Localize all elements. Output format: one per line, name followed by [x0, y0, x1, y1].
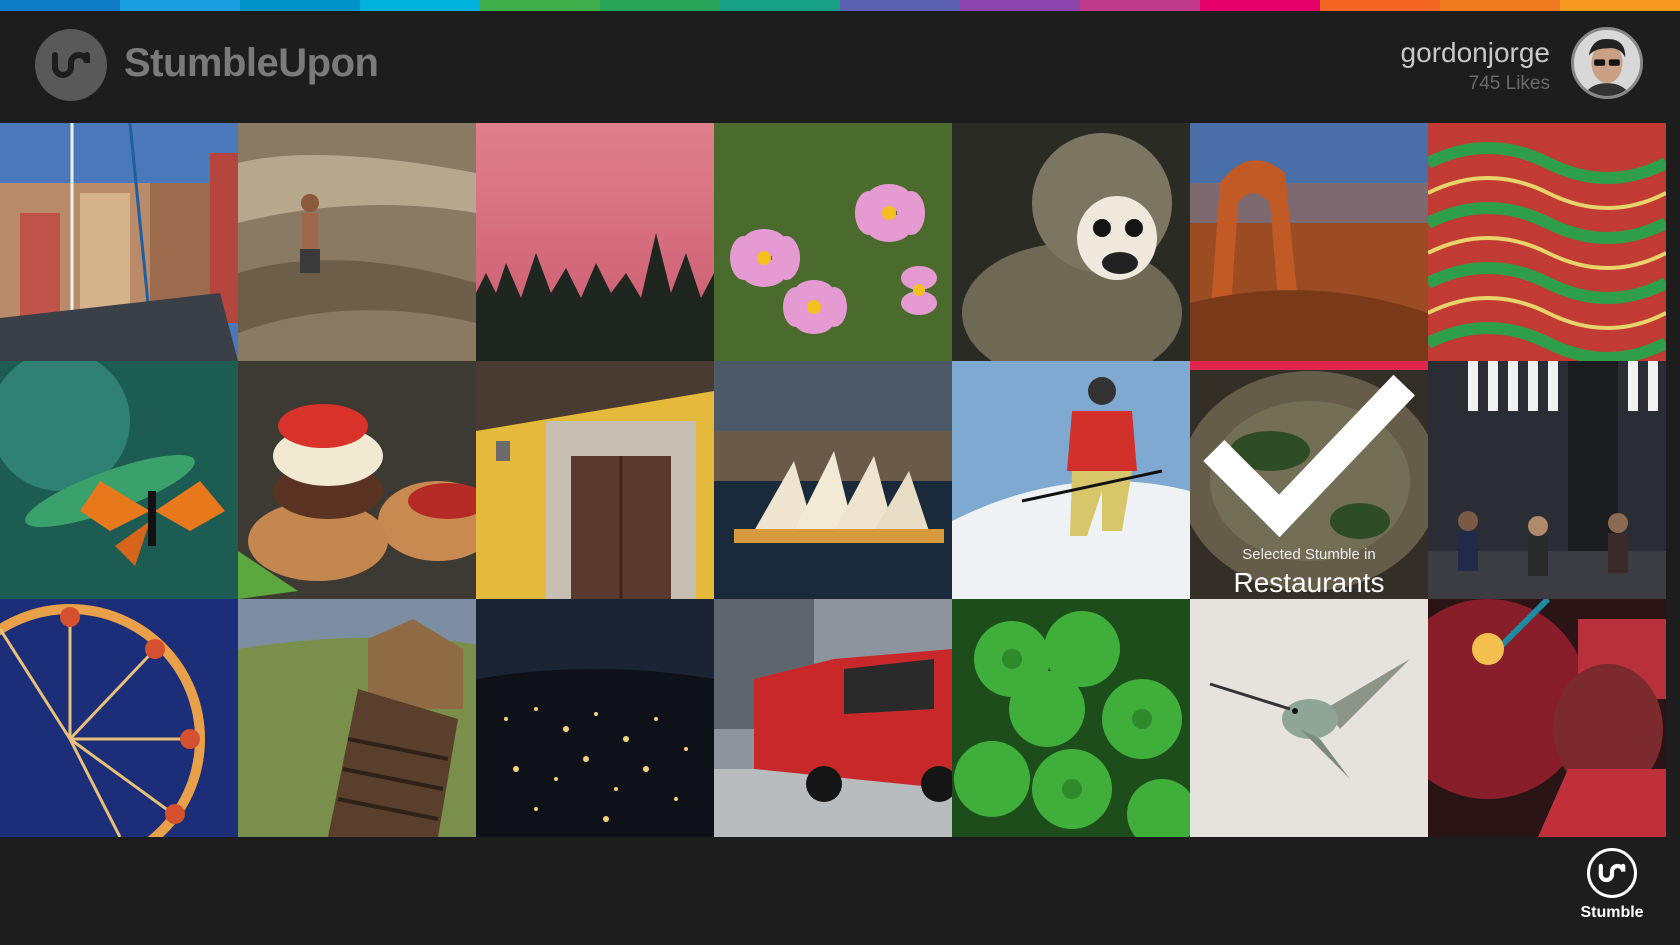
- tile-sydney-opera-house[interactable]: [714, 361, 952, 599]
- tile-skier[interactable]: [952, 361, 1190, 599]
- tile-red-light-portrait[interactable]: [1428, 599, 1666, 837]
- tile-pink-sky-forest[interactable]: [476, 123, 714, 361]
- username: gordonjorge: [1400, 37, 1550, 68]
- tile-outdoor-cafe[interactable]: [1428, 361, 1666, 599]
- checkmark-icon: [1203, 374, 1415, 538]
- stripe-segment: [840, 0, 960, 11]
- stripe-segment: [1200, 0, 1320, 11]
- tile-city-night[interactable]: [476, 599, 714, 837]
- tile-red-car[interactable]: [714, 599, 952, 837]
- app-title: StumbleUpon: [124, 41, 379, 85]
- stripe-segment: [480, 0, 600, 11]
- selected-caption-small: Selected Stumble in: [1242, 546, 1376, 563]
- selected-overlay: Selected Stumble in Restaurants: [1190, 361, 1428, 599]
- tile-butterfly[interactable]: [0, 361, 238, 599]
- stripe-segment: [600, 0, 720, 11]
- tile-painted-pattern[interactable]: [1428, 123, 1666, 361]
- selected-caption-big: Restaurants: [1233, 567, 1385, 598]
- tile-pink-cosmos-flowers[interactable]: [714, 123, 952, 361]
- tile-clover[interactable]: [952, 599, 1190, 837]
- stripe-segment: [360, 0, 480, 11]
- tile-yellow-building-door[interactable]: [476, 361, 714, 599]
- tile-burger[interactable]: [238, 361, 476, 599]
- tile-harbor-sailboat[interactable]: [0, 123, 238, 361]
- tile-old-barn[interactable]: [238, 599, 476, 837]
- stripe-segment: [1560, 0, 1680, 11]
- tile-rock-climber[interactable]: [238, 123, 476, 361]
- tile-squirrel-monkey[interactable]: [952, 123, 1190, 361]
- stumble-button[interactable]: Stumble: [1578, 848, 1646, 922]
- tile-selected-restaurants[interactable]: Selected Stumble in Restaurants: [1190, 361, 1428, 599]
- stripe-segment: [0, 0, 120, 11]
- stripe-segment: [960, 0, 1080, 11]
- avatar[interactable]: [1571, 27, 1643, 99]
- stripe-segment: [1440, 0, 1560, 11]
- tile-hummingbird[interactable]: [1190, 599, 1428, 837]
- stripe-segment: [1320, 0, 1440, 11]
- top-color-stripe: [0, 0, 1680, 11]
- stumbleupon-logo-icon: [35, 29, 107, 101]
- stripe-segment: [1080, 0, 1200, 11]
- selected-accent-bar: [1190, 361, 1428, 370]
- stumble-icon: [1587, 848, 1637, 898]
- tile-desert-arch[interactable]: [1190, 123, 1428, 361]
- likes-count: 745 Likes: [1468, 73, 1550, 94]
- stumble-grid: Selected Stumble in Restaurants: [0, 123, 1680, 837]
- app-header: StumbleUpon gordonjorge 745 Likes: [0, 11, 1680, 123]
- stripe-segment: [720, 0, 840, 11]
- stripe-segment: [240, 0, 360, 11]
- stumble-label: Stumble: [1580, 904, 1644, 921]
- stripe-segment: [120, 0, 240, 11]
- tile-ferris-wheel[interactable]: [0, 599, 238, 837]
- user-info[interactable]: gordonjorge 745 Likes: [1401, 37, 1550, 95]
